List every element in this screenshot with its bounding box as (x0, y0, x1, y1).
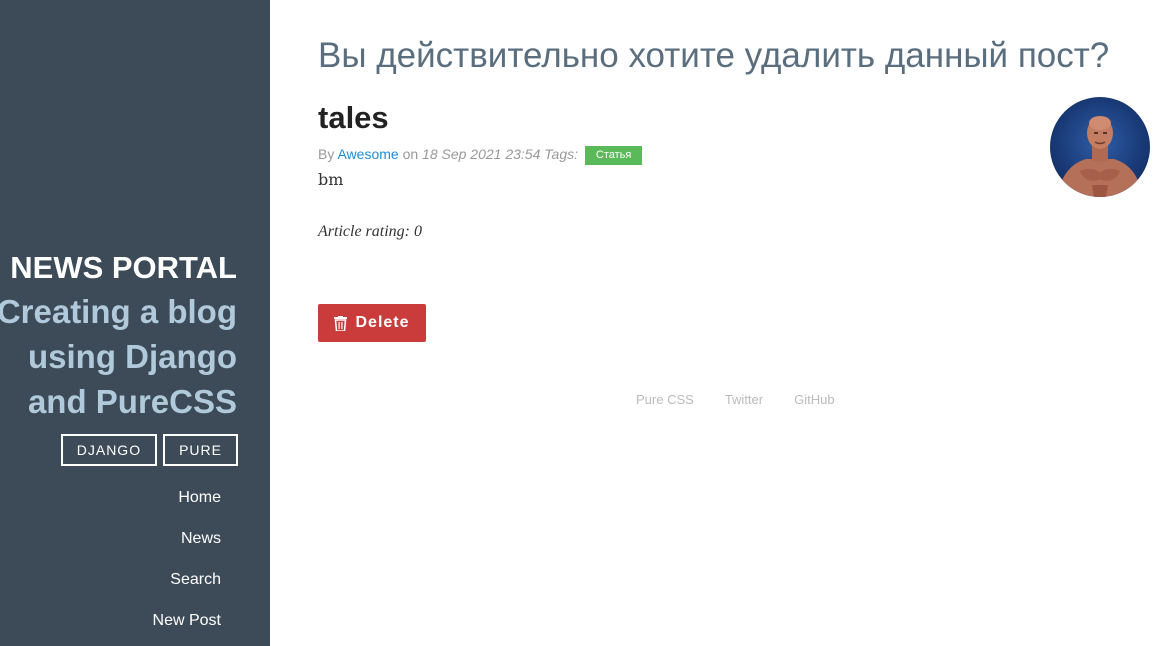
pure-button[interactable]: PURE (163, 434, 238, 466)
by-label: By (318, 146, 335, 163)
sidebar-nav: Home News Search New Post (153, 488, 221, 646)
nav-item-search[interactable]: Search (153, 570, 221, 611)
nav-item-home[interactable]: Home (153, 488, 221, 529)
avatar (1050, 97, 1150, 197)
avatar-image (1058, 116, 1142, 197)
post-date: 18 Sep 2021 23:54 (422, 146, 541, 163)
django-button[interactable]: DJANGO (60, 434, 158, 466)
sidebar-buttons: DJANGO PURE (60, 434, 238, 466)
brand-tagline: Creating a blog using Django and PureCSS (0, 293, 237, 420)
nav-item-new-post[interactable]: New Post (153, 611, 221, 646)
brand-title: NEWS PORTAL (10, 250, 237, 285)
page-title: Вы действительно хотите удалить данный п… (318, 36, 1110, 75)
footer-link-github[interactable]: GitHub (794, 392, 834, 407)
nav-item-news[interactable]: News (153, 529, 221, 570)
sidebar: NEWS PORTAL Creating a blog using Django… (0, 0, 270, 646)
post-meta: By Awesome on 18 Sep 2021 23:54 Tags: Ст… (318, 146, 643, 165)
on-label: on (402, 146, 419, 163)
trash-icon (334, 315, 348, 331)
article-rating: Article rating: 0 (318, 223, 422, 240)
author-link[interactable]: Awesome (337, 146, 398, 162)
footer: Pure CSS Twitter GitHub (318, 392, 835, 407)
post-body: bm (318, 170, 344, 189)
tag-badge[interactable]: Статья (584, 146, 643, 165)
delete-label: Delete (355, 314, 410, 331)
tags-label: Tags: (544, 146, 579, 163)
post-title: tales (318, 100, 389, 135)
footer-link-purecss[interactable]: Pure CSS (636, 392, 694, 407)
delete-button[interactable]: Delete (318, 304, 426, 342)
footer-link-twitter[interactable]: Twitter (725, 392, 763, 407)
